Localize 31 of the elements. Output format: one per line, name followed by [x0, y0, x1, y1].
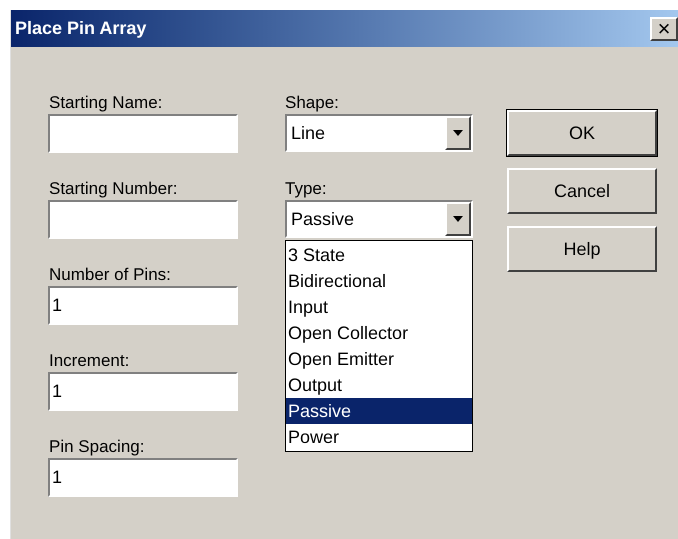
dialog-button[interactable]: OK	[507, 110, 657, 156]
close-button[interactable]: ×	[650, 16, 678, 40]
caret-icon	[453, 130, 463, 136]
dropdown-button[interactable]	[445, 116, 471, 150]
dropdown-option[interactable]: Bidirectional	[286, 268, 472, 294]
dialog-button[interactable]: Help	[507, 226, 657, 272]
dropdown-option[interactable]: Open Collector	[286, 320, 472, 346]
dropdown-option[interactable]: 3 State	[286, 242, 472, 268]
dropdown-button[interactable]	[445, 202, 471, 236]
shape-label: Shape:	[285, 93, 340, 112]
text-field[interactable]	[48, 200, 238, 239]
dropdown-option[interactable]: Output	[286, 372, 472, 398]
text-field[interactable]: 1	[48, 458, 238, 497]
type-label: Type:	[285, 179, 328, 198]
dropdown-option[interactable]: Passive	[286, 398, 472, 424]
field-label: Number of Pins:	[48, 265, 172, 284]
dropdown-option[interactable]: Power	[286, 424, 472, 450]
text-field[interactable]: 1	[48, 286, 238, 325]
caret-icon	[453, 216, 463, 222]
window-title: Place Pin Array	[15, 17, 148, 40]
dropdown-option[interactable]: Open Emitter	[286, 346, 472, 372]
text-field[interactable]	[48, 114, 238, 153]
type-dropdown[interactable]: Passive	[285, 200, 473, 238]
dialog-button[interactable]: Cancel	[507, 168, 657, 214]
text-field[interactable]: 1	[48, 372, 238, 411]
shape-dropdown[interactable]: Line	[285, 114, 473, 152]
field-label: Pin Spacing:	[48, 437, 146, 456]
field-label: Starting Number:	[48, 179, 178, 198]
field-label: Starting Name:	[48, 93, 164, 112]
field-label: Increment:	[48, 351, 130, 370]
dropdown-option[interactable]: Input	[286, 294, 472, 320]
